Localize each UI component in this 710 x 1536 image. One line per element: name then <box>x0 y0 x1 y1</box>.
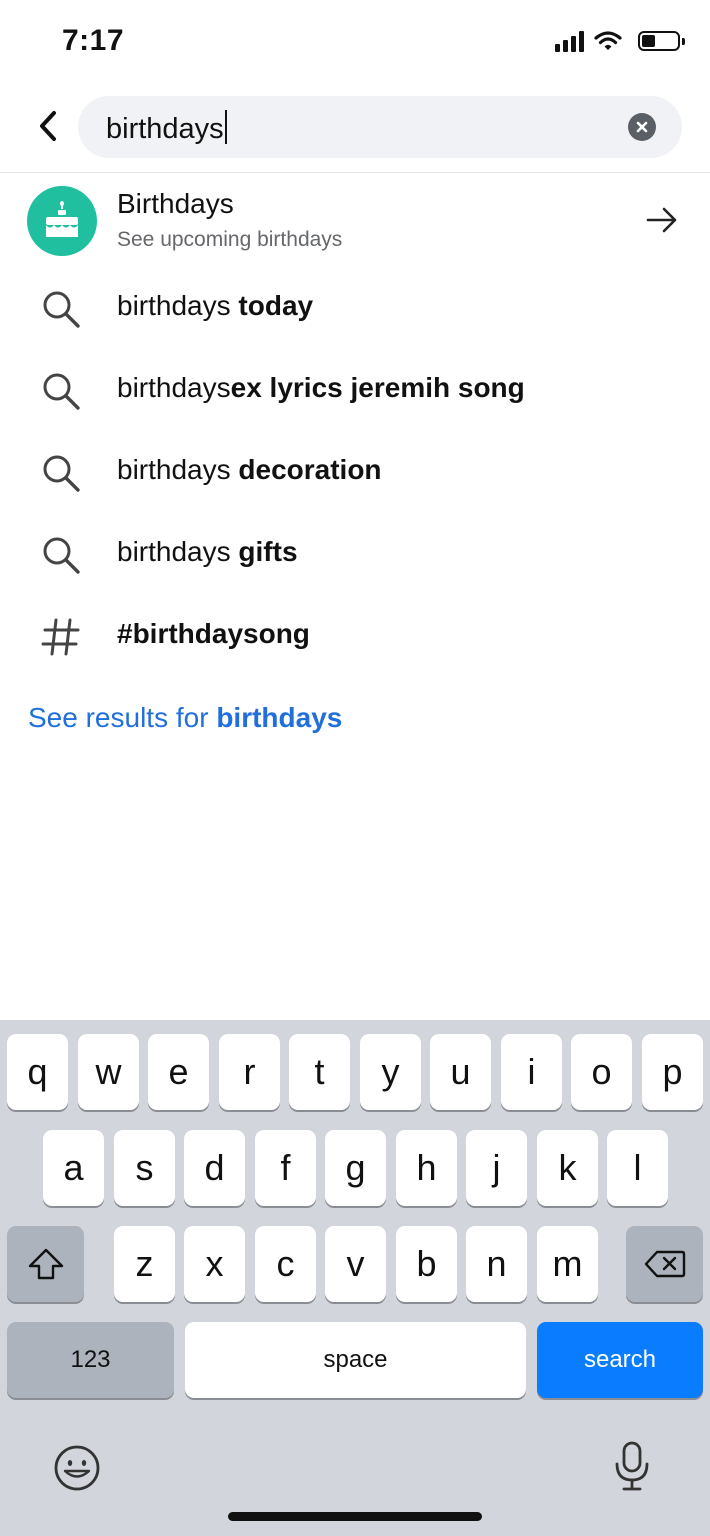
back-button[interactable] <box>28 104 68 148</box>
suggestion-text: #birthdaysong <box>117 618 310 649</box>
shift-key[interactable] <box>7 1226 84 1302</box>
backspace-key[interactable] <box>626 1226 703 1302</box>
clear-search-button[interactable] <box>628 113 656 141</box>
microphone-icon[interactable] <box>612 1440 652 1492</box>
key-n[interactable]: n <box>466 1226 527 1302</box>
key-g[interactable]: g <box>325 1130 386 1206</box>
search-input-value[interactable]: birthdays <box>106 110 227 146</box>
key-t[interactable]: t <box>289 1034 350 1110</box>
search-input[interactable]: birthdays <box>78 96 682 158</box>
suggestion-text: birthdays gifts <box>117 536 298 567</box>
search-icon <box>40 534 82 576</box>
key-x[interactable]: x <box>184 1226 245 1302</box>
key-u[interactable]: u <box>430 1034 491 1110</box>
key-a[interactable]: a <box>43 1130 104 1206</box>
space-key[interactable]: space <box>185 1322 526 1398</box>
search-icon <box>40 288 82 330</box>
search-suggestions-list: Birthdays See upcoming birthdays birthda… <box>0 172 710 678</box>
key-e[interactable]: e <box>148 1034 209 1110</box>
backspace-icon <box>644 1250 685 1278</box>
suggestion-row[interactable]: birthdays decoration <box>0 432 710 514</box>
search-icon <box>40 452 82 494</box>
key-y[interactable]: y <box>360 1034 421 1110</box>
key-o[interactable]: o <box>571 1034 632 1110</box>
key-d[interactable]: d <box>184 1130 245 1206</box>
birthdays-shortcut-row[interactable]: Birthdays See upcoming birthdays <box>0 172 710 268</box>
key-z[interactable]: z <box>114 1226 175 1302</box>
key-b[interactable]: b <box>396 1226 457 1302</box>
battery-icon <box>638 31 685 51</box>
key-s[interactable]: s <box>114 1130 175 1206</box>
key-q[interactable]: q <box>7 1034 68 1110</box>
birthday-cake-icon <box>27 186 97 256</box>
home-indicator[interactable] <box>228 1512 482 1521</box>
shortcut-title: Birthdays <box>117 188 234 219</box>
key-f[interactable]: f <box>255 1130 316 1206</box>
suggestion-text: birthdaysex lyrics jeremih song <box>117 372 525 403</box>
search-icon <box>40 370 82 412</box>
cellular-signal-icon <box>555 30 584 52</box>
key-k[interactable]: k <box>537 1130 598 1206</box>
status-icons <box>555 30 685 52</box>
numbers-key[interactable]: 123 <box>7 1322 174 1398</box>
suggestion-text: birthdays today <box>117 290 314 321</box>
suggestion-text: birthdays decoration <box>117 454 382 485</box>
wifi-icon <box>594 31 622 50</box>
chevron-left-icon <box>40 111 56 141</box>
shortcut-subtitle: See upcoming birthdays <box>117 228 343 251</box>
arrow-right-icon[interactable] <box>644 202 680 238</box>
status-time: 7:17 <box>62 24 125 57</box>
search-query-text: birthdays <box>106 113 224 145</box>
search-key[interactable]: search <box>537 1322 703 1398</box>
search-header: birthdays <box>0 86 710 173</box>
key-m[interactable]: m <box>537 1226 598 1302</box>
key-i[interactable]: i <box>501 1034 562 1110</box>
shift-icon <box>28 1248 63 1280</box>
status-bar: 7:17 <box>0 0 710 86</box>
key-p[interactable]: p <box>642 1034 703 1110</box>
key-c[interactable]: c <box>255 1226 316 1302</box>
emoji-icon[interactable] <box>53 1444 101 1492</box>
key-v[interactable]: v <box>325 1226 386 1302</box>
key-j[interactable]: j <box>466 1130 527 1206</box>
keyboard: q w e r t y u i o p a s d f g h j k l z … <box>0 1020 710 1536</box>
text-caret <box>224 110 227 144</box>
key-l[interactable]: l <box>607 1130 668 1206</box>
see-results-link[interactable]: See results for birthdays <box>28 702 342 734</box>
suggestion-row[interactable]: birthdays gifts <box>0 514 710 596</box>
key-h[interactable]: h <box>396 1130 457 1206</box>
key-r[interactable]: r <box>219 1034 280 1110</box>
close-icon <box>636 121 648 133</box>
suggestion-row[interactable]: birthdays today <box>0 268 710 350</box>
hashtag-icon <box>40 616 82 658</box>
key-w[interactable]: w <box>78 1034 139 1110</box>
suggestion-row[interactable]: birthdaysex lyrics jeremih song <box>0 350 710 432</box>
hashtag-suggestion-row[interactable]: #birthdaysong <box>0 596 710 678</box>
